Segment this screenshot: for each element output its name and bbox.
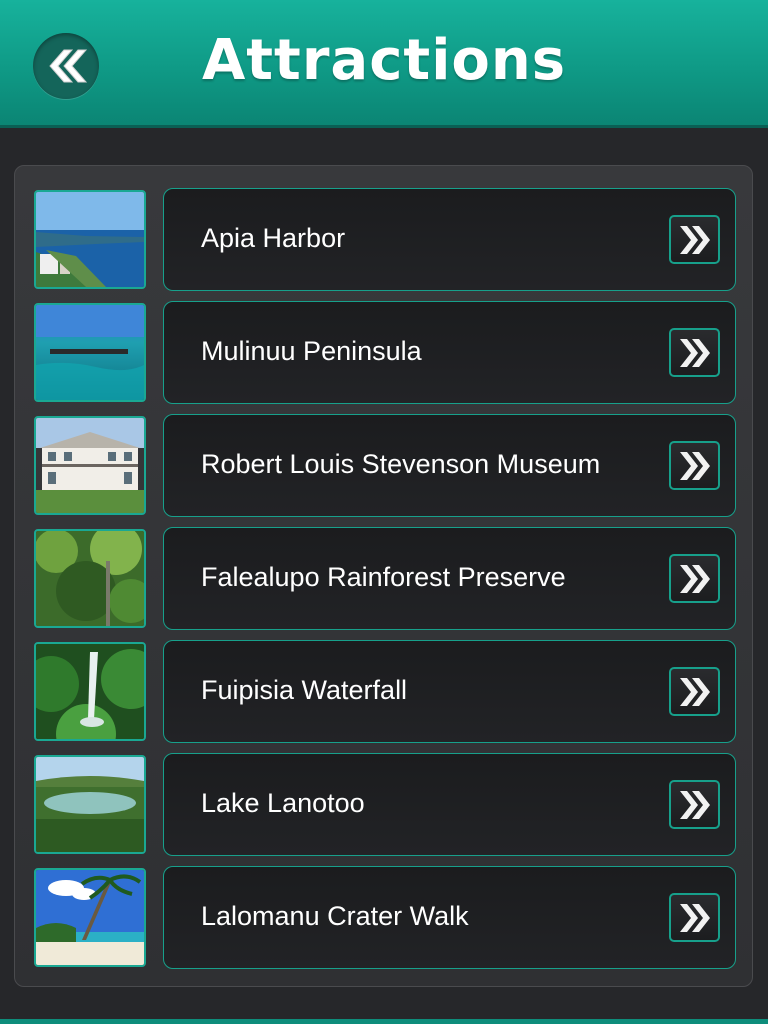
attractions-list: Apia Harbor Mulinuu Peninsula Robert Lou… — [14, 165, 753, 987]
attraction-card[interactable]: Apia Harbor — [163, 188, 736, 291]
attraction-label: Fuipisia Waterfall — [201, 675, 408, 705]
thumbnail-image — [34, 303, 146, 402]
thumbnail-image — [34, 190, 146, 289]
attraction-card[interactable]: Robert Louis Stevenson Museum — [163, 414, 736, 517]
page-title: Attractions — [201, 28, 567, 93]
open-button[interactable] — [669, 328, 720, 377]
thumbnail-image — [34, 416, 146, 515]
open-button[interactable] — [669, 893, 720, 942]
double-chevron-right-icon — [679, 790, 710, 819]
open-button[interactable] — [669, 215, 720, 264]
attraction-card[interactable]: Lake Lanotoo — [163, 753, 736, 856]
list-item[interactable]: Lalomanu Crater Walk — [15, 866, 754, 971]
double-chevron-right-icon — [679, 903, 710, 932]
open-button[interactable] — [669, 780, 720, 829]
open-button[interactable] — [669, 554, 720, 603]
list-item[interactable]: Apia Harbor — [15, 188, 754, 293]
attraction-card[interactable]: Mulinuu Peninsula — [163, 301, 736, 404]
list-item[interactable]: Mulinuu Peninsula — [15, 301, 754, 406]
open-button[interactable] — [669, 667, 720, 716]
attraction-label: Lake Lanotoo — [201, 788, 365, 818]
attraction-card[interactable]: Lalomanu Crater Walk — [163, 866, 736, 969]
attraction-label: Falealupo Rainforest Preserve — [201, 562, 566, 592]
app-header: Attractions — [0, 0, 768, 128]
thumbnail-image — [34, 529, 146, 628]
attraction-label: Mulinuu Peninsula — [201, 336, 422, 366]
thumbnail-image — [34, 868, 146, 967]
double-chevron-right-icon — [679, 677, 710, 706]
double-chevron-right-icon — [679, 564, 710, 593]
list-item[interactable]: Lake Lanotoo — [15, 753, 754, 858]
attraction-label: Lalomanu Crater Walk — [201, 901, 469, 931]
thumbnail-image — [34, 755, 146, 854]
thumbnail-image — [34, 642, 146, 741]
list-item[interactable]: Robert Louis Stevenson Museum — [15, 414, 754, 519]
list-item[interactable]: Falealupo Rainforest Preserve — [15, 527, 754, 632]
attraction-card[interactable]: Fuipisia Waterfall — [163, 640, 736, 743]
attraction-label: Apia Harbor — [201, 223, 346, 253]
list-item[interactable]: Fuipisia Waterfall — [15, 640, 754, 745]
attraction-card[interactable]: Falealupo Rainforest Preserve — [163, 527, 736, 630]
double-chevron-right-icon — [679, 451, 710, 480]
attraction-label: Robert Louis Stevenson Museum — [201, 449, 601, 479]
double-chevron-right-icon — [679, 225, 710, 254]
open-button[interactable] — [669, 441, 720, 490]
footer-bar — [0, 1019, 768, 1024]
double-chevron-right-icon — [679, 338, 710, 367]
